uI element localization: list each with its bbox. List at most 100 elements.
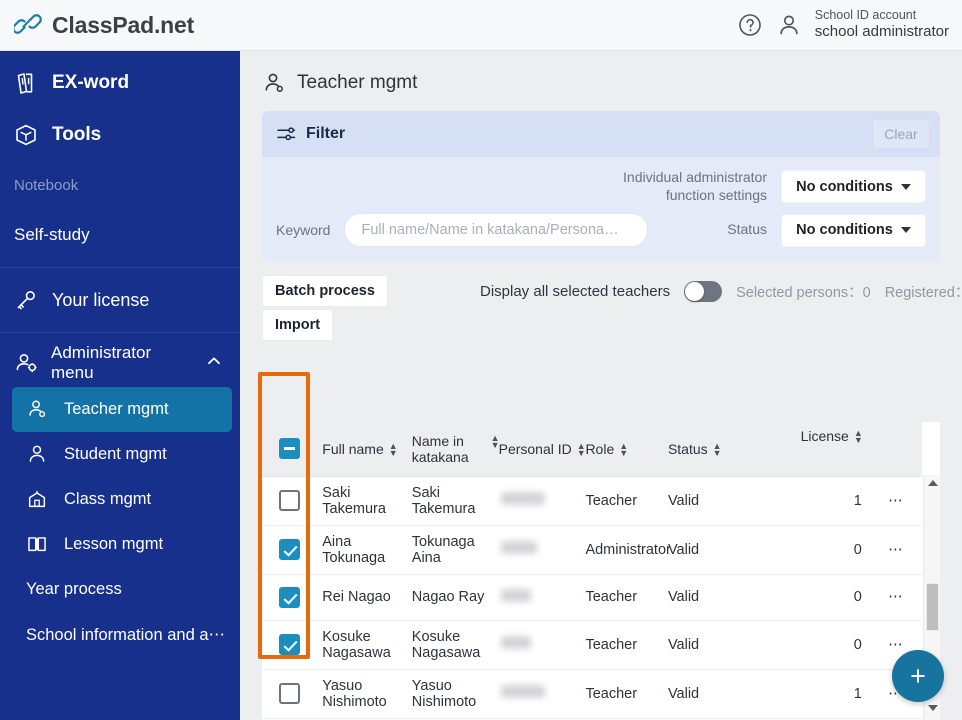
sidebar-group-administrator-menu[interactable]: Administrator menu bbox=[0, 339, 240, 387]
filter-panel: Filter Clear Individual administrator fu… bbox=[262, 111, 940, 261]
sidebar-item-teacher-mgmt[interactable]: Teacher mgmt bbox=[12, 387, 232, 432]
row-select-cell bbox=[262, 620, 317, 670]
sidebar-item-student-mgmt[interactable]: Student mgmt bbox=[12, 432, 232, 477]
cell-status: Valid bbox=[667, 669, 755, 719]
scrollbar-thumb[interactable] bbox=[926, 583, 939, 631]
sidebar-item-label: Self-study bbox=[14, 225, 90, 244]
redacted-value bbox=[500, 588, 531, 602]
row-checkbox[interactable] bbox=[278, 634, 300, 655]
sidebar-item-school-information[interactable]: School information and a⋯ bbox=[0, 612, 240, 657]
teacher-table-container: Full name ▲ ▼ Name in katakana ▲ ▼ Persona… bbox=[262, 422, 940, 720]
row-actions-button[interactable]: ⋯ bbox=[869, 525, 922, 575]
cell-personal-id bbox=[498, 476, 586, 526]
table-row[interactable]: Rei Nagao Nagao Ray Teacher Valid 0 ⋯ bbox=[262, 574, 922, 621]
user-icon[interactable] bbox=[776, 12, 802, 38]
cell-personal-id bbox=[498, 574, 586, 621]
cell-role: Administrator bbox=[585, 525, 671, 575]
help-circle-icon[interactable] bbox=[737, 12, 763, 38]
account-info[interactable]: School ID account school administrator bbox=[815, 8, 949, 42]
cell-status: Valid bbox=[667, 574, 755, 621]
keyword-label: Keyword bbox=[276, 222, 331, 238]
brand[interactable]: ClassPad.net bbox=[0, 12, 194, 39]
sidebar-group-label: Administrator menu bbox=[51, 343, 152, 382]
row-actions-button[interactable]: ⋯ bbox=[869, 574, 922, 621]
sort-icon[interactable]: ▲ ▼ bbox=[577, 441, 586, 457]
sort-icon[interactable]: ▲ ▼ bbox=[854, 428, 863, 445]
row-checkbox[interactable] bbox=[278, 586, 300, 608]
row-checkbox[interactable] bbox=[278, 683, 300, 704]
column-label: Status bbox=[667, 440, 708, 457]
table-row[interactable]: Aina Tokunaga Tokunaga Aina Administrato… bbox=[262, 525, 922, 575]
sidebar-item-ex-word[interactable]: EX-word bbox=[0, 57, 240, 109]
column-header-status[interactable]: Status ▲ ▼ bbox=[667, 422, 755, 477]
toolbox-icon bbox=[14, 123, 38, 147]
display-all-toggle[interactable] bbox=[684, 281, 723, 302]
sidebar-item-your-license[interactable]: Your license bbox=[0, 274, 240, 326]
search-input[interactable] bbox=[344, 213, 649, 247]
student-icon bbox=[26, 443, 50, 467]
user-gear-icon bbox=[14, 351, 38, 375]
table-row[interactable]: Saki Takemura Saki Takemura Teacher Vali… bbox=[262, 476, 922, 526]
table-row[interactable]: Yasuo Nishimoto Yasuo Nishimoto Teacher … bbox=[262, 669, 922, 719]
row-checkbox[interactable] bbox=[278, 490, 300, 511]
cell-name-in-katakana: Saki Takemura bbox=[411, 476, 499, 526]
sidebar-item-label: School information and a⋯ bbox=[26, 625, 226, 644]
chevron-down-icon bbox=[900, 227, 911, 233]
sidebar-item-self-study[interactable]: Self-study bbox=[0, 209, 240, 261]
redacted-value bbox=[500, 636, 531, 649]
scroll-down-arrow-icon[interactable] bbox=[924, 700, 940, 716]
cell-license: 1 bbox=[754, 669, 870, 719]
add-teacher-fab-button[interactable]: + bbox=[892, 650, 944, 702]
column-header-role[interactable]: Role ▲ ▼ bbox=[585, 422, 668, 477]
filter-title: Filter bbox=[306, 125, 346, 142]
row-select-cell bbox=[262, 476, 317, 526]
header-right: School ID account school administrator bbox=[737, 8, 962, 42]
sidebar-divider bbox=[0, 267, 240, 268]
sidebar-item-notebook[interactable]: Notebook bbox=[0, 161, 240, 209]
cell-full-name: Aina Tokunaga bbox=[316, 525, 412, 575]
sidebar-item-label: Year process bbox=[26, 580, 122, 598]
sidebar-item-label: Lesson mgmt bbox=[64, 535, 164, 553]
row-checkbox[interactable] bbox=[278, 539, 300, 560]
row-actions-button[interactable]: ⋯ bbox=[869, 476, 922, 526]
account-name: school administrator bbox=[814, 23, 949, 41]
sidebar-item-label: Tools bbox=[52, 124, 102, 145]
clear-filter-button[interactable]: Clear bbox=[872, 119, 930, 149]
sort-icon[interactable]: ▲ ▼ bbox=[389, 441, 398, 457]
column-header-full-name[interactable]: Full name ▲ ▼ bbox=[316, 422, 412, 477]
filter-row-admin-function: Individual administrator function settin… bbox=[276, 169, 926, 204]
redacted-value bbox=[500, 685, 545, 698]
select-all-checkbox[interactable] bbox=[278, 438, 300, 460]
sidebar-item-tools[interactable]: Tools bbox=[0, 109, 240, 161]
sidebar-item-lesson-mgmt[interactable]: Lesson mgmt bbox=[12, 522, 232, 567]
teacher-icon bbox=[262, 71, 286, 95]
sidebar-item-class-mgmt[interactable]: Class mgmt bbox=[12, 477, 232, 522]
status-select[interactable]: No conditions bbox=[781, 213, 926, 247]
cell-license: 1 bbox=[754, 476, 870, 526]
cell-role: Teacher bbox=[585, 669, 668, 719]
import-button[interactable]: Import bbox=[262, 309, 334, 341]
column-header-name-in-katakana[interactable]: Name in katakana ▲ ▼ bbox=[411, 422, 500, 477]
select-all-cell bbox=[262, 422, 317, 477]
sidebar-item-year-process[interactable]: Year process bbox=[0, 567, 240, 612]
cell-name-in-katakana: Nagao Ray bbox=[411, 574, 499, 621]
table-row[interactable]: Kosuke Nagasawa Kosuke Nagasawa Teacher … bbox=[262, 620, 922, 670]
scroll-up-arrow-icon[interactable] bbox=[924, 475, 940, 491]
sort-icon[interactable]: ▲ ▼ bbox=[491, 433, 500, 449]
chevron-up-icon[interactable] bbox=[206, 353, 222, 374]
column-label: Personal ID bbox=[498, 440, 572, 457]
sort-icon[interactable]: ▲ ▼ bbox=[619, 441, 628, 457]
admin-function-select[interactable]: No conditions bbox=[781, 170, 926, 203]
status-value: No conditions bbox=[796, 222, 893, 238]
column-header-license[interactable]: License ▲ ▼ bbox=[754, 422, 870, 477]
display-all-label: Display all selected teachers bbox=[480, 283, 671, 300]
table-toolbar: Batch process Import Display all selecte… bbox=[262, 275, 962, 341]
cell-license: 0 bbox=[754, 620, 870, 670]
sort-icon[interactable]: ▲ ▼ bbox=[713, 441, 722, 457]
column-label: Name in katakana bbox=[411, 432, 469, 465]
toggle-knob bbox=[685, 282, 705, 301]
batch-process-button[interactable]: Batch process bbox=[262, 275, 388, 307]
cell-status: Valid bbox=[667, 476, 755, 526]
brand-name: ClassPad.net bbox=[52, 11, 195, 38]
column-header-personal-id[interactable]: Personal ID ▲ ▼ bbox=[498, 422, 586, 477]
